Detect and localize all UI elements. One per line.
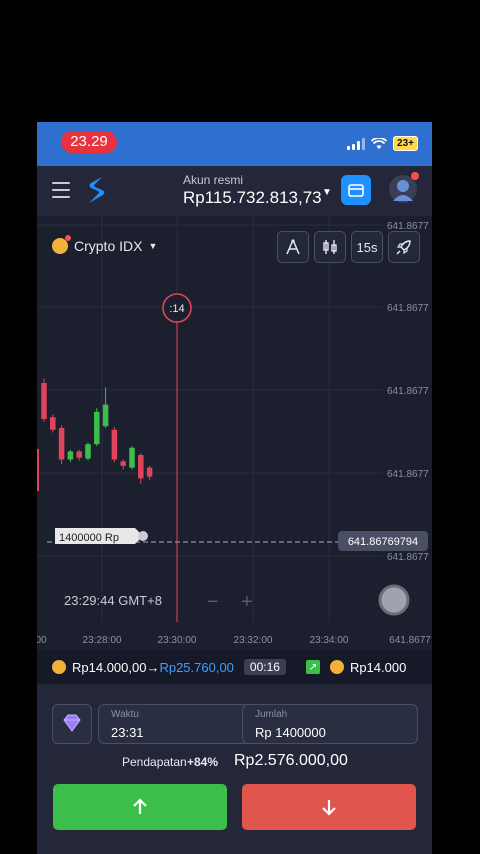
candle xyxy=(146,467,153,477)
chevron-down-icon[interactable]: ▼ xyxy=(322,187,332,198)
candle xyxy=(102,404,109,427)
time-value: 23:31 xyxy=(111,725,144,740)
wallet-icon xyxy=(348,184,364,197)
zoom-in-icon: + xyxy=(241,591,253,613)
candle xyxy=(111,429,118,460)
trade-timer: 00:16 xyxy=(243,659,286,675)
asset-name: Crypto IDX xyxy=(74,238,143,254)
arrow-icon: → xyxy=(146,659,160,675)
candle xyxy=(129,447,135,468)
candle xyxy=(138,455,144,479)
app-screen: 23.29 23+ Akun resmi Rp115.732.813,73 ▼ … xyxy=(37,122,432,854)
zoom-out-icon: − xyxy=(207,591,219,613)
clock-label: 23:29:44 GMT+8 xyxy=(64,593,162,608)
payout-amount: Rp2.576.000,00 xyxy=(234,752,348,769)
coin-icon xyxy=(329,660,344,674)
income-percent: +84% xyxy=(187,755,219,769)
bonus-button[interactable] xyxy=(52,704,92,744)
chevron-down-icon: ▼ xyxy=(148,241,158,251)
trade-panel: Waktu 23:31 Jumlah Rp 1400000 Pendapatan… xyxy=(37,684,432,854)
coin-icon xyxy=(52,660,66,674)
chart-area[interactable]: 641.8677 641.8677 641.8677 641.8677 641.8677… xyxy=(37,216,432,650)
trade-amount: Rp14.000,00 xyxy=(72,659,147,675)
trade-profit-bar: Rp14.000,00 → Rp25.760,00 00:16 ↗ Rp14.0… xyxy=(37,650,432,684)
trade-amount-next: Rp14.000 xyxy=(349,659,407,675)
time-tick-label: 23:32:00 xyxy=(234,635,273,646)
account-type[interactable]: Akun resmi xyxy=(183,173,243,187)
candle xyxy=(120,461,126,466)
wifi-icon xyxy=(371,137,388,149)
boost-button[interactable] xyxy=(388,231,420,263)
candle xyxy=(85,444,91,459)
candle xyxy=(67,451,74,460)
signal-icon xyxy=(347,137,366,150)
amount-value: Rp 1400000 xyxy=(255,725,326,740)
trade-tag-label: 1400000 Rp xyxy=(59,532,119,544)
candle xyxy=(58,428,65,460)
asset-selector[interactable]: Crypto IDX ▼ xyxy=(52,235,158,254)
time-tick-label: 00 xyxy=(37,635,47,646)
candle xyxy=(94,411,100,445)
candle xyxy=(50,417,56,430)
scroll-to-now-icon xyxy=(378,584,410,616)
income-label: Pendapatan xyxy=(122,755,187,769)
top-header: Akun resmi Rp115.732.813,73 ▼ xyxy=(37,166,432,216)
current-price-label: 641.86769794 xyxy=(348,536,418,548)
buy-up-button[interactable] xyxy=(53,784,227,830)
battery-icon: 23+ xyxy=(393,136,418,151)
menu-icon[interactable] xyxy=(52,182,70,203)
account-balance[interactable]: Rp115.732.813,73 xyxy=(183,188,322,208)
crypto-icon xyxy=(52,235,71,254)
price-chart[interactable]: 641.8677 641.8677 641.8677 641.8677 641.8677… xyxy=(37,216,432,650)
time-label: Waktu xyxy=(111,709,139,720)
candle xyxy=(41,383,47,419)
amount-field[interactable]: Jumlah Rp 1400000 xyxy=(242,704,418,744)
diamond-icon xyxy=(63,714,81,732)
avatar[interactable] xyxy=(389,172,419,203)
chart-type-button[interactable] xyxy=(314,231,346,263)
trend-up-icon: ↗ xyxy=(305,660,320,674)
wallet-button[interactable] xyxy=(341,175,371,205)
amount-label: Jumlah xyxy=(255,709,288,720)
price-tick-label: 641.8677 xyxy=(387,552,429,563)
status-time: 23.29 xyxy=(61,131,117,153)
logo-icon xyxy=(89,177,105,203)
time-tick-label: 23:34:00 xyxy=(310,635,349,646)
potential-payout: Rp25.760,00 xyxy=(159,659,234,675)
timeframe-button[interactable]: 15s xyxy=(351,231,383,263)
price-tick-label: 641.8677 xyxy=(387,386,429,397)
arrow-up-icon xyxy=(133,798,147,814)
status-bar: 23.29 23+ xyxy=(37,122,432,166)
drawing-tools-button[interactable] xyxy=(277,231,309,263)
status-icons: 23+ xyxy=(347,136,418,151)
time-tick-label: 641.8677 xyxy=(389,635,431,646)
trade-marker xyxy=(138,531,148,541)
price-tick-label: 641.8677 xyxy=(387,469,429,480)
time-tick-label: 23:28:00 xyxy=(83,635,122,646)
compass-icon xyxy=(286,239,300,255)
notification-dot xyxy=(411,172,419,180)
rocket-icon xyxy=(396,240,411,255)
price-tick-label: 641.8677 xyxy=(387,303,429,314)
time-tick-label: 23:30:00 xyxy=(158,635,197,646)
candlestick-icon xyxy=(323,240,337,254)
candle xyxy=(76,451,82,458)
arrow-down-icon xyxy=(322,800,336,816)
countdown-label: :14 xyxy=(169,303,184,315)
sell-down-button[interactable] xyxy=(242,784,416,830)
